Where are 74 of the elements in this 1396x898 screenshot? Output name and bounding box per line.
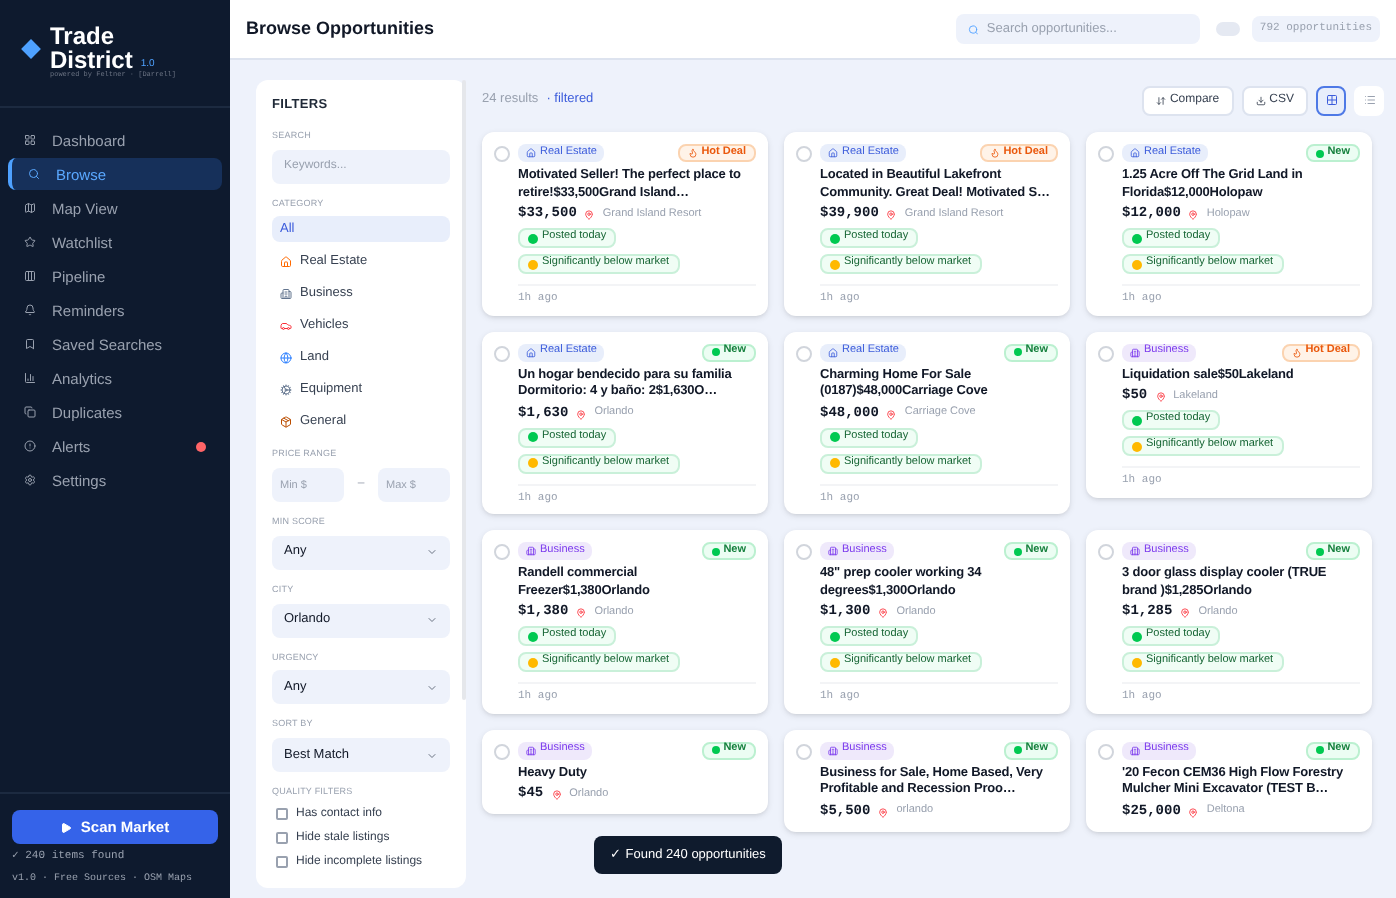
building-icon bbox=[1130, 347, 1140, 357]
pin-icon bbox=[886, 210, 897, 220]
search-icon bbox=[28, 168, 40, 181]
select-checkbox[interactable] bbox=[494, 345, 510, 361]
house-icon bbox=[280, 255, 292, 268]
select-checkbox[interactable] bbox=[1098, 146, 1114, 162]
flame-icon bbox=[989, 148, 1000, 158]
dashboard-icon bbox=[24, 134, 36, 147]
select-checkbox[interactable] bbox=[796, 345, 812, 361]
search-icon bbox=[967, 23, 979, 35]
pin-icon bbox=[584, 210, 595, 220]
pin-icon bbox=[878, 807, 889, 817]
house-icon bbox=[828, 347, 838, 357]
building-icon bbox=[828, 745, 838, 755]
checkbox[interactable] bbox=[276, 856, 288, 869]
pin-icon bbox=[1180, 608, 1191, 618]
select-checkbox[interactable] bbox=[494, 743, 510, 759]
swap-icon bbox=[1155, 95, 1166, 105]
select-checkbox[interactable] bbox=[1098, 743, 1114, 759]
download-icon bbox=[1255, 95, 1266, 105]
building-icon bbox=[526, 745, 536, 755]
checkbox[interactable] bbox=[276, 832, 288, 845]
caret-icon bbox=[426, 614, 438, 626]
checkbox[interactable] bbox=[276, 808, 288, 821]
bar-chart-icon bbox=[24, 372, 36, 385]
house-icon bbox=[828, 148, 838, 158]
house-icon bbox=[1130, 148, 1140, 158]
map-icon bbox=[24, 202, 36, 215]
grid-view-button[interactable] bbox=[1316, 85, 1346, 115]
copy-icon bbox=[24, 406, 36, 419]
house-icon bbox=[526, 347, 536, 357]
brand-name: Trade bbox=[50, 24, 117, 48]
building-icon bbox=[1130, 546, 1140, 556]
pin-icon bbox=[1188, 210, 1199, 220]
select-checkbox[interactable] bbox=[796, 743, 812, 759]
columns-icon bbox=[24, 270, 36, 283]
caret-icon bbox=[426, 546, 438, 559]
building-icon bbox=[526, 546, 536, 556]
select-checkbox[interactable] bbox=[1098, 345, 1114, 361]
globe-icon bbox=[280, 351, 292, 364]
select-checkbox[interactable] bbox=[796, 544, 812, 560]
package-icon bbox=[280, 415, 292, 428]
settings-icon bbox=[24, 474, 36, 487]
play-icon bbox=[60, 821, 73, 834]
flame-icon bbox=[1291, 347, 1302, 357]
car-icon bbox=[280, 319, 292, 332]
diamond-logo-icon bbox=[21, 39, 41, 59]
building-icon bbox=[280, 287, 292, 300]
house-icon bbox=[526, 148, 536, 158]
building-icon bbox=[1130, 745, 1140, 755]
caret-icon bbox=[426, 749, 438, 761]
pin-icon bbox=[1188, 807, 1199, 817]
toggle-switch[interactable] bbox=[1215, 22, 1240, 36]
alert-icon bbox=[24, 440, 36, 453]
pin-icon bbox=[576, 608, 587, 618]
flame-icon bbox=[687, 148, 698, 158]
pin-icon bbox=[576, 409, 587, 419]
building-icon bbox=[828, 546, 838, 556]
star-icon bbox=[24, 236, 36, 249]
pin-icon bbox=[878, 608, 889, 618]
list-icon bbox=[1363, 94, 1375, 106]
pin-icon bbox=[1155, 392, 1166, 402]
page-title: Browse Opportunities bbox=[246, 15, 435, 42]
bookmark-icon bbox=[24, 338, 36, 351]
pin-icon bbox=[551, 790, 562, 800]
select-checkbox[interactable] bbox=[796, 146, 812, 162]
select-checkbox[interactable] bbox=[494, 544, 510, 560]
grid-icon bbox=[1325, 94, 1337, 106]
bell-icon bbox=[24, 304, 36, 317]
select-checkbox[interactable] bbox=[1098, 544, 1114, 560]
gear-icon bbox=[280, 383, 292, 396]
pin-icon bbox=[886, 409, 897, 419]
caret-icon bbox=[426, 681, 438, 694]
select-checkbox[interactable] bbox=[494, 146, 510, 162]
